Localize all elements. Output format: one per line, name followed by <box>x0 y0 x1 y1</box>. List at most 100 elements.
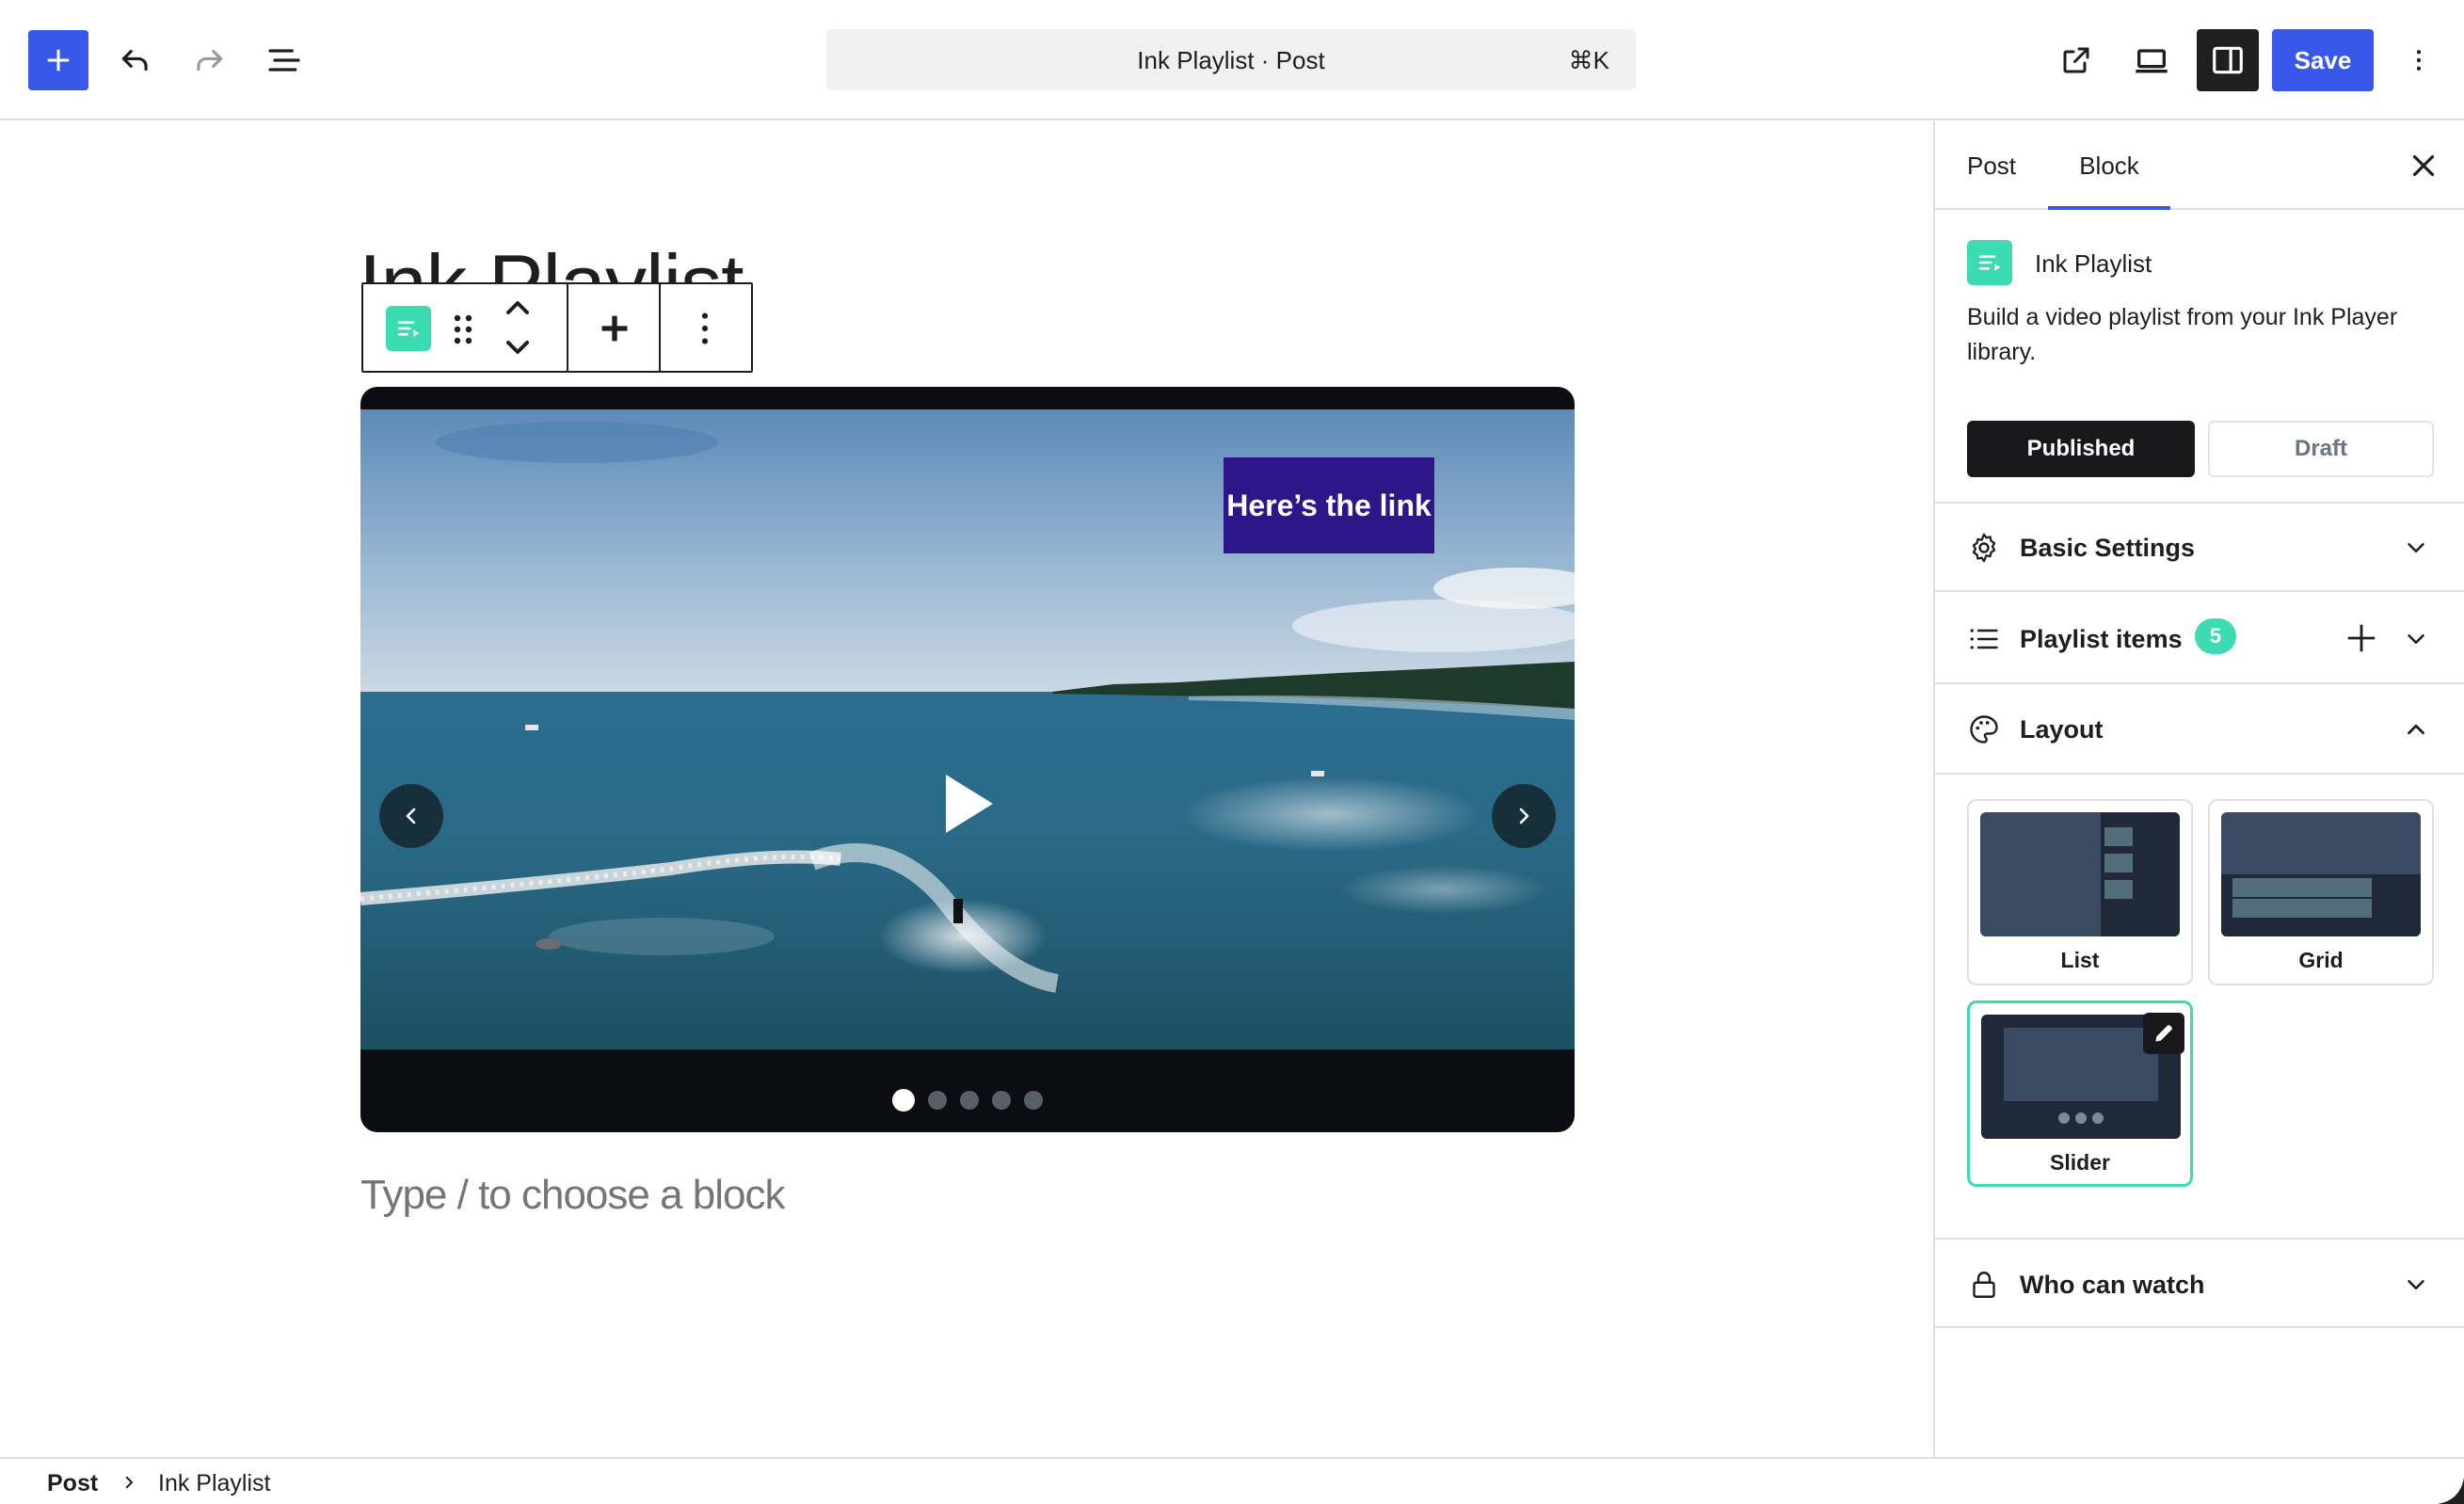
play-button[interactable] <box>940 771 997 837</box>
slider-pagination <box>360 1089 1575 1112</box>
close-sidebar-button[interactable] <box>2406 148 2441 184</box>
block-toolbar-group <box>363 284 568 371</box>
document-overview-button[interactable] <box>254 30 314 90</box>
editor-header: Ink Playlist · Post ⌘K Save <box>0 0 2464 120</box>
slider-dot[interactable] <box>992 1091 1011 1110</box>
resize-corner-icon <box>2438 1478 2464 1504</box>
settings-sidebar-toggle[interactable] <box>2197 29 2259 91</box>
list-layout-thumbnail <box>1980 812 2180 936</box>
panel-title: Playlist items <box>2020 625 2183 653</box>
panel-playlist-items[interactable]: Playlist items 5 <box>1935 594 2464 684</box>
close-icon <box>2412 154 2435 177</box>
block-icon <box>1967 240 2012 285</box>
block-appender-placeholder[interactable]: Type / to choose a block <box>360 1172 786 1219</box>
chevron-up-down-icon <box>506 301 529 354</box>
active-tab-indicator <box>2048 206 2170 210</box>
status-published-button[interactable]: Published <box>1967 421 2195 477</box>
panel-title: Basic Settings <box>2020 534 2196 562</box>
options-menu-button[interactable] <box>2391 30 2447 90</box>
external-link-icon <box>2063 47 2089 73</box>
slider-dot[interactable] <box>960 1091 979 1110</box>
breadcrumb-item-post[interactable]: Post <box>47 1470 98 1497</box>
command-shortcut: ⌘K <box>1568 46 1609 74</box>
video-playlist-player[interactable]: Here’s the link <box>360 387 1575 1132</box>
block-toolbar-group <box>661 284 751 371</box>
block-name: Ink Playlist <box>2035 249 2152 278</box>
play-icon <box>946 775 993 833</box>
save-button[interactable]: Save <box>2272 29 2374 91</box>
gear-icon <box>1972 533 1996 563</box>
playlist-icon <box>1978 255 2001 271</box>
settings-sidebar: Post Block Ink Playlist Build a video pl… <box>1933 121 2464 1457</box>
block-card: Ink Playlist Build a video playlist from… <box>1935 212 2464 504</box>
lock-icon <box>1973 1272 1995 1298</box>
panel-who-can-watch[interactable]: Who can watch <box>1935 1238 2464 1328</box>
move-up-down-buttons[interactable] <box>495 296 540 360</box>
insert-block-button[interactable] <box>593 307 636 350</box>
device-preview-button[interactable] <box>2121 30 2182 90</box>
panel-basic-settings[interactable]: Basic Settings <box>1935 504 2464 592</box>
sidebar-tabs: Post Block <box>1935 121 2464 210</box>
edit-layout-button[interactable] <box>2143 1013 2184 1054</box>
block-inserter-button[interactable] <box>28 30 88 90</box>
chevron-down-icon <box>2408 634 2424 644</box>
undo-button[interactable] <box>105 30 166 90</box>
playlist-icon <box>397 321 420 337</box>
drag-handle-icon <box>454 314 472 344</box>
list-view-icon <box>268 49 300 72</box>
tab-post[interactable]: Post <box>1967 121 2016 210</box>
block-breadcrumb-bar: Post Ink Playlist <box>0 1457 2464 1504</box>
panel-title[interactable]: Layout <box>2020 715 2104 744</box>
chevron-right-icon <box>125 1476 133 1489</box>
vertical-ellipsis-icon <box>701 312 709 344</box>
redo-button[interactable] <box>179 30 239 90</box>
chevron-up-icon[interactable] <box>2402 715 2430 744</box>
plus-icon <box>47 49 70 72</box>
block-options-button[interactable] <box>683 307 727 350</box>
vertical-ellipsis-icon <box>2416 50 2422 71</box>
add-playlist-item-button[interactable] <box>2344 620 2379 656</box>
chevron-right-icon <box>1519 808 1529 824</box>
divider <box>1935 773 2464 775</box>
view-post-button[interactable] <box>2046 30 2106 90</box>
plus-icon <box>2347 624 2376 652</box>
slider-dot[interactable] <box>892 1089 915 1112</box>
layout-option-list[interactable]: List <box>1967 799 2193 985</box>
block-toolbar-group <box>568 284 661 371</box>
grid-layout-thumbnail <box>2221 812 2421 936</box>
next-slide-button[interactable] <box>1492 784 1556 848</box>
status-draft-button[interactable]: Draft <box>2208 421 2434 477</box>
chevron-left-icon <box>406 808 416 824</box>
layout-option-label: List <box>2060 948 2100 972</box>
pencil-icon <box>2155 1025 2172 1042</box>
video-link-overlay[interactable]: Here’s the link <box>1224 457 1434 553</box>
command-palette-bar[interactable]: Ink Playlist · Post ⌘K <box>826 29 1636 90</box>
plus-icon <box>601 315 628 342</box>
panel-title: Who can watch <box>2020 1271 2205 1299</box>
chevron-down-icon <box>2408 1280 2424 1289</box>
tab-block[interactable]: Block <box>2048 121 2170 210</box>
block-type-switcher[interactable] <box>386 306 431 351</box>
block-toolbar <box>361 282 753 373</box>
undo-icon <box>121 49 148 72</box>
desktop-icon <box>2136 49 2168 73</box>
drag-handle[interactable] <box>446 309 480 350</box>
slider-dot[interactable] <box>928 1091 947 1110</box>
layout-option-grid[interactable]: Grid <box>2208 799 2434 985</box>
layout-option-label: Slider <box>2050 1150 2110 1175</box>
redo-icon <box>197 49 223 72</box>
block-description: Build a video playlist from your Ink Pla… <box>1967 304 2398 365</box>
breadcrumb-item-block[interactable]: Ink Playlist <box>158 1470 270 1497</box>
palette-icon <box>1970 715 1998 744</box>
playlist-items-count-badge: 5 <box>2195 618 2236 654</box>
list-icon <box>1970 629 1998 649</box>
video-frame[interactable]: Here’s the link <box>360 409 1575 1049</box>
slider-dot[interactable] <box>1024 1091 1043 1110</box>
editor-canvas[interactable]: Ink Playlist <box>0 121 1933 1457</box>
layout-option-slider[interactable]: Slider <box>1967 1000 2193 1187</box>
previous-slide-button[interactable] <box>379 784 443 848</box>
chevron-down-icon <box>2408 543 2424 552</box>
document-title: Ink Playlist · Post <box>1137 46 1325 74</box>
layout-option-label: Grid <box>2298 948 2344 972</box>
sidebar-icon <box>2213 46 2243 74</box>
